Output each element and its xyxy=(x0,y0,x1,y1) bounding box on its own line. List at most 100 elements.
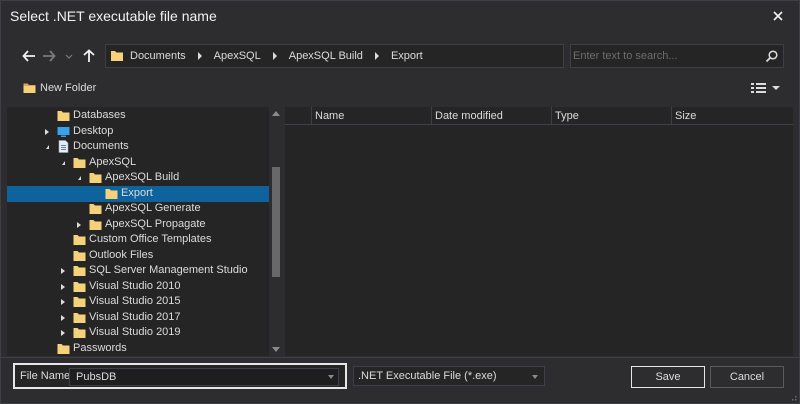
breadcrumb-item[interactable]: ApexSQL Build xyxy=(289,50,363,62)
forward-arrow-icon xyxy=(43,50,56,62)
folder-icon xyxy=(73,328,86,338)
chevron-down-icon[interactable] xyxy=(328,375,334,379)
column-header-name[interactable]: Name xyxy=(311,107,433,125)
tree-item-label: Visual Studio 2019 xyxy=(89,326,181,338)
file-name-field: File Name: xyxy=(13,363,347,389)
details-view-icon xyxy=(751,83,766,93)
collapsed-chevron-icon[interactable] xyxy=(58,313,68,323)
chevron-down-icon[interactable] xyxy=(532,375,538,379)
tree-scrollbar[interactable] xyxy=(269,107,283,356)
column-header-size[interactable]: Size xyxy=(671,107,793,125)
column-header-type[interactable]: Type xyxy=(551,107,671,125)
file-name-input[interactable] xyxy=(70,369,320,385)
folder-icon xyxy=(89,204,102,214)
folder-icon xyxy=(73,312,86,323)
expanded-chevron-icon[interactable] xyxy=(58,158,68,168)
desktop-icon xyxy=(57,126,70,137)
tree-item[interactable]: Outlook Files xyxy=(7,248,269,264)
close-icon xyxy=(773,11,783,21)
breadcrumb-item[interactable]: ApexSQL xyxy=(214,50,261,62)
tree-item[interactable]: ApexSQL Build xyxy=(7,170,269,186)
save-button[interactable]: Save xyxy=(631,366,705,388)
tree-item-label: SQL Server Management Studio xyxy=(89,264,248,276)
tree-item[interactable]: ApexSQL xyxy=(7,155,269,171)
tree-item-label: ApexSQL xyxy=(89,155,137,168)
search-box xyxy=(570,44,784,68)
new-folder-button[interactable]: New Folder xyxy=(23,79,96,97)
collapsed-chevron-icon[interactable] xyxy=(58,266,68,276)
tree-item-label: ApexSQL Propagate xyxy=(105,217,206,230)
scroll-up-icon[interactable] xyxy=(272,111,280,116)
search-icon[interactable] xyxy=(765,49,779,63)
folder-icon xyxy=(73,281,86,292)
file-list[interactable]: Name Date modified Type Size xyxy=(285,107,793,356)
recent-locations-button[interactable] xyxy=(61,48,77,64)
forward-button[interactable] xyxy=(41,48,57,64)
scrollbar-thumb[interactable] xyxy=(272,167,280,277)
tree-item-label: Passwords xyxy=(73,341,127,354)
breadcrumb-item[interactable]: Export xyxy=(391,50,423,62)
tree-item[interactable]: Visual Studio 2019 xyxy=(7,325,269,341)
back-arrow-icon xyxy=(22,50,35,62)
tree-item[interactable]: Documents xyxy=(7,139,269,155)
new-folder-icon xyxy=(23,83,36,93)
tree-item[interactable]: Passwords xyxy=(7,341,269,357)
breadcrumb-separator-icon[interactable] xyxy=(197,52,202,60)
chevron-down-icon xyxy=(65,54,73,59)
expanded-chevron-icon[interactable] xyxy=(74,173,84,183)
tree-item-label: Custom Office Templates xyxy=(89,233,212,245)
resize-grip-icon[interactable] xyxy=(789,393,797,401)
view-options-button[interactable] xyxy=(751,80,783,96)
navigation-bar: Documents ApexSQL ApexSQL Build Export xyxy=(1,39,799,73)
tree-item[interactable]: Visual Studio 2015 xyxy=(7,294,269,310)
file-name-combo[interactable] xyxy=(69,368,339,386)
tree-item[interactable]: Custom Office Templates xyxy=(7,232,269,248)
file-type-value: .NET Executable File (*.exe) xyxy=(358,370,497,382)
tree-item-label: ApexSQL Generate xyxy=(105,202,201,214)
folder-icon xyxy=(73,235,86,245)
scroll-down-icon[interactable] xyxy=(272,347,280,352)
column-header-date-modified[interactable]: Date modified xyxy=(431,107,551,125)
tree-item-label: Visual Studio 2017 xyxy=(89,310,181,323)
file-list-header: Name Date modified Type Size xyxy=(285,107,793,125)
tree-item[interactable]: Export xyxy=(7,185,269,202)
tree-item[interactable]: ApexSQL Propagate xyxy=(7,217,269,233)
tree-item-label: Export xyxy=(121,186,153,199)
folder-icon xyxy=(111,51,123,61)
file-type-select[interactable]: .NET Executable File (*.exe) xyxy=(353,366,545,386)
collapsed-chevron-icon[interactable] xyxy=(42,127,52,137)
search-input[interactable] xyxy=(571,45,761,67)
breadcrumb-separator-icon[interactable] xyxy=(374,52,379,60)
up-button[interactable] xyxy=(81,48,97,64)
tree-item-label: Visual Studio 2015 xyxy=(89,295,181,307)
breadcrumb-separator-icon[interactable] xyxy=(272,52,277,60)
collapsed-chevron-icon[interactable] xyxy=(58,328,68,338)
folder-icon xyxy=(105,188,118,199)
collapsed-chevron-icon[interactable] xyxy=(74,220,84,230)
folder-icon xyxy=(73,266,86,276)
folder-icon xyxy=(73,157,86,168)
folder-tree[interactable]: Databases Desktop Documents ApexSQL ApexSQL … xyxy=(7,107,283,356)
collapsed-chevron-icon[interactable] xyxy=(58,297,68,307)
tree-item[interactable]: ApexSQL Generate xyxy=(7,201,269,217)
tree-item[interactable]: Desktop xyxy=(7,124,269,140)
tree-item[interactable]: SQL Server Management Studio xyxy=(7,263,269,279)
folder-icon xyxy=(57,111,70,121)
tree-item[interactable]: Visual Studio 2010 xyxy=(7,279,269,295)
breadcrumb[interactable]: Documents ApexSQL ApexSQL Build Export xyxy=(105,44,564,68)
new-folder-label: New Folder xyxy=(40,82,97,94)
close-button[interactable] xyxy=(769,7,787,25)
folder-icon xyxy=(89,173,102,183)
expanded-chevron-icon[interactable] xyxy=(42,142,52,152)
back-button[interactable] xyxy=(21,48,37,64)
collapsed-chevron-icon[interactable] xyxy=(58,282,68,292)
tree-item[interactable]: Databases xyxy=(7,108,269,124)
toolbar: New Folder xyxy=(1,79,799,103)
folder-icon xyxy=(89,219,102,230)
breadcrumb-item[interactable]: Documents xyxy=(130,50,186,62)
cancel-button[interactable]: Cancel xyxy=(710,366,784,388)
tree-item-label: ApexSQL Build xyxy=(105,171,180,183)
tree-item[interactable]: Visual Studio 2017 xyxy=(7,310,269,326)
file-dialog: Select .NET executable file name Documen… xyxy=(0,0,800,404)
title-bar: Select .NET executable file name xyxy=(1,1,799,33)
